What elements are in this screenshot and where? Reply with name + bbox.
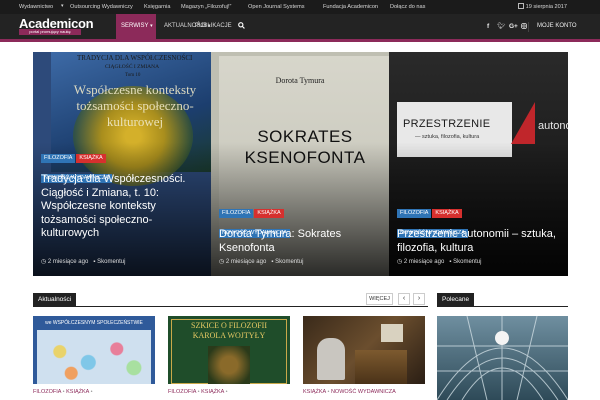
featured-slide-1[interactable]: TRADYCJA DLA WSPÓŁCZESNOŚCI CIĄGŁOŚĆ I Z… [33,52,211,276]
news-card-2-tags: FILOZOFIA • KSIĄŻKA • [168,389,228,395]
news-card-3-tags: KSIĄŻKA • NOWOŚĆ WYDAWNICZA [303,389,396,395]
slide-2-time: 2 miesiące ago [225,259,267,265]
slide-1-cover-title: TRADYCJA DLA WSPÓŁCZESNOŚCI [77,54,193,62]
tag-filozofia[interactable]: FILOZOFIA [41,154,76,163]
tag-filozofia[interactable]: FILOZOFIA [33,389,61,395]
slide-2-title[interactable]: Dorota Tymura: Sokrates Ksenofonta [219,228,389,255]
topbar-link-fundacja[interactable]: Fundacja Academicon [323,4,378,10]
chevron-down-icon: ▾ [61,3,64,9]
chevron-left-icon: ‹ [402,295,406,302]
nav-serwisy-label: SERWISY [121,23,149,29]
tag-filozofia[interactable]: FILOZOFIA [219,209,254,218]
search-icon [238,22,245,29]
chevron-down-icon: ▾ [150,23,153,29]
tag-nowosc-wydawnicza[interactable]: NOWOŚĆ WYDAWNICZA [331,389,396,395]
nav-publikacje[interactable]: PUBLIKACJE [195,14,232,39]
tag-ksiazka[interactable]: KSIĄŻKA [254,209,284,218]
nav-publikacje-label: PUBLIKACJE [195,23,232,29]
news-section-underline [33,306,428,307]
nav-serwisy[interactable]: SERWISY ▾ [116,14,156,39]
slide-3-comments[interactable]: Skomentuj [453,259,481,265]
slide-3-time: 2 miesiące ago [403,259,445,265]
slide-1-time: 2 miesiące ago [47,259,89,265]
site-logo[interactable]: Academicon portal promujący naukę [19,17,94,35]
news-card-3-image [303,316,425,384]
slide-3-meta: ◷ 2 miesiące ago ▪ Skomentuj [397,258,481,265]
news-card-2-image: SZKICE O FILOZOFII KAROLA WOJTYŁY [168,316,290,384]
slide-1-cover-volume: Tom 10 [125,73,141,78]
recommended-image-illustration [437,316,568,400]
top-bar: Wydawnictwo ▾ Outsourcing Wydawniczy Ksi… [0,0,600,14]
news-card-1-cover-title: we WSPÓŁCZESNYM SPOŁECZEŃSTWIE [45,320,143,326]
news-next-button[interactable]: › [413,293,425,305]
tag-filozofia[interactable]: FILOZOFIA [397,209,432,218]
news-prev-button[interactable]: ‹ [398,293,410,305]
slide-1-cover-big: Współczesne konteksty tożsamości społecz… [73,82,197,129]
chevron-right-icon: › [417,295,421,302]
recommended-section-header: Polecane [437,293,568,307]
tag-ksiazka[interactable]: KSIĄŻKA [66,389,89,395]
tag-ksiazka[interactable]: KSIĄŻKA [201,389,224,395]
facebook-icon[interactable]: f [487,23,489,30]
tag-filozofia[interactable]: FILOZOFIA [168,389,196,395]
twitter-icon[interactable]: 🐦︎ [497,23,505,30]
main-navbar: Academicon portal promujący naukę SERWIS… [0,14,600,42]
comment-icon: ▪ [271,259,274,265]
topbar-link-outsourcing[interactable]: Outsourcing Wydawniczy [70,4,133,10]
topbar-link-ojs[interactable]: Open Journal Systems [248,4,305,10]
recommended-section-label: Polecane [437,293,475,307]
topbar-link-ksiegarnia[interactable]: Księgarnia [144,4,170,10]
news-section-label: Aktualności [33,293,77,307]
logo-subtitle: portal promujący naukę [19,29,81,35]
slide-1-title[interactable]: Tradycja dla Współczesności. Ciągłość i … [41,173,209,241]
more-news-button[interactable]: WIĘCEJ [366,293,393,305]
topbar-link-wydawnictwo[interactable]: Wydawnictwo [19,4,53,10]
calendar-icon [518,3,524,9]
featured-slide-2[interactable]: Dorota Tymura SOKRATES KSENOFONTA FILOZO… [211,52,389,276]
slide-3-cover-sub: — sztuka, filozofia, kultura [415,134,480,140]
tag-ksiazka[interactable]: KSIĄŻKA [76,154,106,163]
topbar-link-dolacz[interactable]: Dołącz do nas [390,4,425,10]
news-card-1-tags: FILOZOFIA • KSIĄŻKA • [33,389,93,395]
tag-ksiazka[interactable]: KSIĄŻKA [432,209,462,218]
news-card-1[interactable]: we WSPÓŁCZESNYM SPOŁECZEŃSTWIE [33,316,155,384]
slide-2-comments[interactable]: Skomentuj [275,259,303,265]
news-card-2-cover-title: SZKICE O FILOZOFII KAROLA WOJTYŁY [191,321,267,340]
news-card-2[interactable]: SZKICE O FILOZOFII KAROLA WOJTYŁY [168,316,290,384]
news-card-1-image: we WSPÓŁCZESNYM SPOŁECZEŃSTWIE [33,316,155,384]
slide-2-meta: ◷ 2 miesiące ago ▪ Skomentuj [219,258,303,265]
instagram-icon[interactable] [521,23,527,31]
slide-3-title[interactable]: Przestrzenie autonomii – sztuka, filozof… [397,228,568,255]
slide-3-cover-big: PRZESTRZENIE [403,118,491,130]
clock-icon: ◷ [219,259,225,265]
slide-2-cover-author: Dorota Tymura [275,76,325,85]
google-plus-icon[interactable]: G+ [509,23,518,30]
featured-slider: TRADYCJA DLA WSPÓŁCZESNOŚCI CIĄGŁOŚĆ I Z… [33,52,568,276]
account-link[interactable]: MOJE KONTO [537,14,577,39]
comment-icon: ▪ [93,259,96,265]
current-date: 19 sierpnia 2017 [525,4,567,10]
comment-icon: ▪ [449,259,452,265]
slide-1-cover-subtitle: CIĄGŁOŚĆ I ZMIANA [105,64,160,70]
recommended-section-underline [437,306,568,307]
search-button[interactable] [238,14,248,39]
topbar-link-magazyn[interactable]: Magazyn „Filozofuj!” [181,4,231,10]
tag-ksiazka[interactable]: KSIĄŻKA [303,389,326,395]
navbar-divider [528,22,529,32]
featured-slide-3[interactable]: PRZESTRZENIE — sztuka, filozofia, kultur… [389,52,568,276]
news-card-3[interactable] [303,316,425,384]
slide-1-meta: ◷ 2 miesiące ago ▪ Skomentuj [41,258,125,265]
clock-icon: ◷ [397,259,403,265]
slide-3-cover-side: autono [538,120,568,132]
slide-1-comments[interactable]: Skomentuj [97,259,125,265]
recommended-image[interactable] [437,316,568,400]
clock-icon: ◷ [41,259,47,265]
